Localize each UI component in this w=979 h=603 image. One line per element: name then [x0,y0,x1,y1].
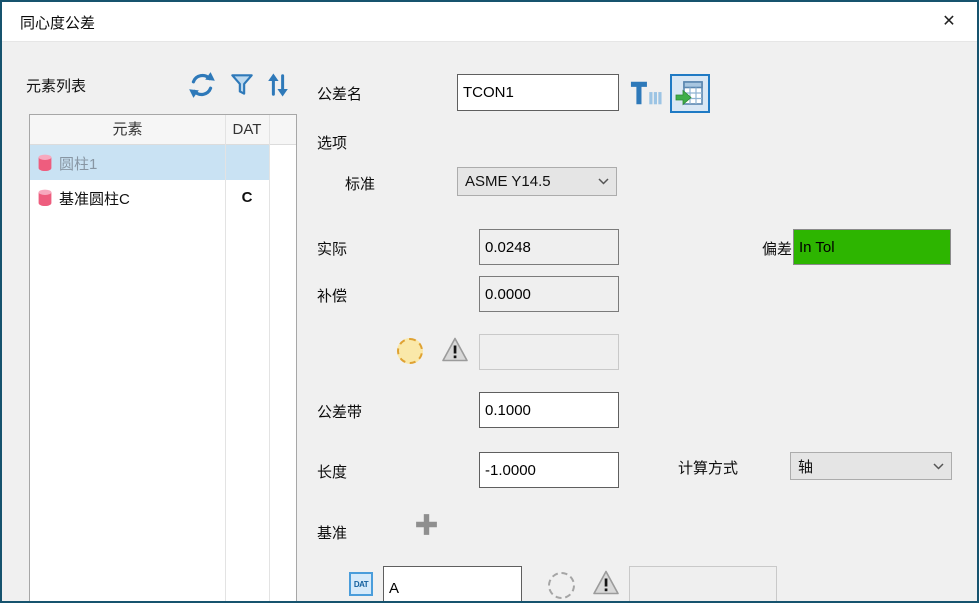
add-to-report-button[interactable] [670,74,710,113]
close-icon[interactable]: ✕ [937,10,961,34]
calc-method-dropdown[interactable]: 轴 [790,452,952,480]
compensation-value-field [479,276,619,312]
element-name: 基准圆柱C [59,188,130,209]
options-section-label: 选项 [317,132,347,153]
datum-indicator-icon [548,572,575,599]
tolerance-name-label: 公差名 [317,83,362,104]
element-dat [225,145,269,180]
column-header-dat[interactable]: DAT [225,115,269,145]
tolerance-zone-indicator-icon [397,338,423,364]
datum-id-input[interactable] [383,566,522,603]
datum-measured-field [629,566,777,603]
sort-icon[interactable] [263,70,293,105]
tolerance-zone-label: 公差带 [317,401,362,422]
standard-value: ASME Y14.5 [465,173,551,190]
page-title: 同心度公差 [20,12,95,33]
actual-label: 实际 [317,238,347,259]
datum-section-label: 基准 [317,522,347,543]
filter-icon[interactable] [229,71,255,104]
actual-value-field [479,229,619,265]
element-name: 圆柱1 [59,153,97,174]
warning-icon [592,569,620,601]
standard-label: 标准 [345,173,375,194]
table-row-datum-cylinder-c[interactable]: 基准圆柱C C [30,180,269,215]
cylinder-icon [37,188,53,212]
chevron-down-icon [933,463,944,470]
tolerance-name-input[interactable] [457,74,619,111]
pending-value-field [479,334,619,370]
concentricity-tolerance-dialog: 同心度公差 ✕ 元素列表 元素 DA [0,0,979,603]
add-datum-icon[interactable] [413,511,440,543]
column-header-element[interactable]: 元素 [30,115,225,145]
datum-badge-icon: DAT [349,572,373,596]
text-label-icon[interactable] [630,78,662,113]
calc-method-value: 轴 [798,456,813,477]
chevron-down-icon [598,178,609,185]
element-list-label: 元素列表 [26,75,86,96]
titlebar: 同心度公差 ✕ [2,2,977,42]
cylinder-icon [37,153,53,177]
compensation-label: 补偿 [317,285,347,306]
element-table-header: 元素 DAT [30,115,296,145]
column-divider [225,115,226,602]
column-divider [269,115,270,602]
length-input[interactable] [479,452,619,488]
warning-icon [441,336,469,368]
element-table: 元素 DAT 圆柱1 基准圆柱C C [29,114,297,603]
refresh-icon[interactable] [187,70,217,105]
deviation-label: 偏差 [762,238,792,259]
table-row-cylinder1[interactable]: 圆柱1 [30,145,269,180]
element-dat: C [225,180,269,215]
tolerance-zone-input[interactable] [479,392,619,428]
deviation-status-badge: In Tol [793,229,951,265]
standard-dropdown[interactable]: ASME Y14.5 [457,167,617,196]
length-label: 长度 [317,461,347,482]
calc-method-label: 计算方式 [678,457,738,478]
